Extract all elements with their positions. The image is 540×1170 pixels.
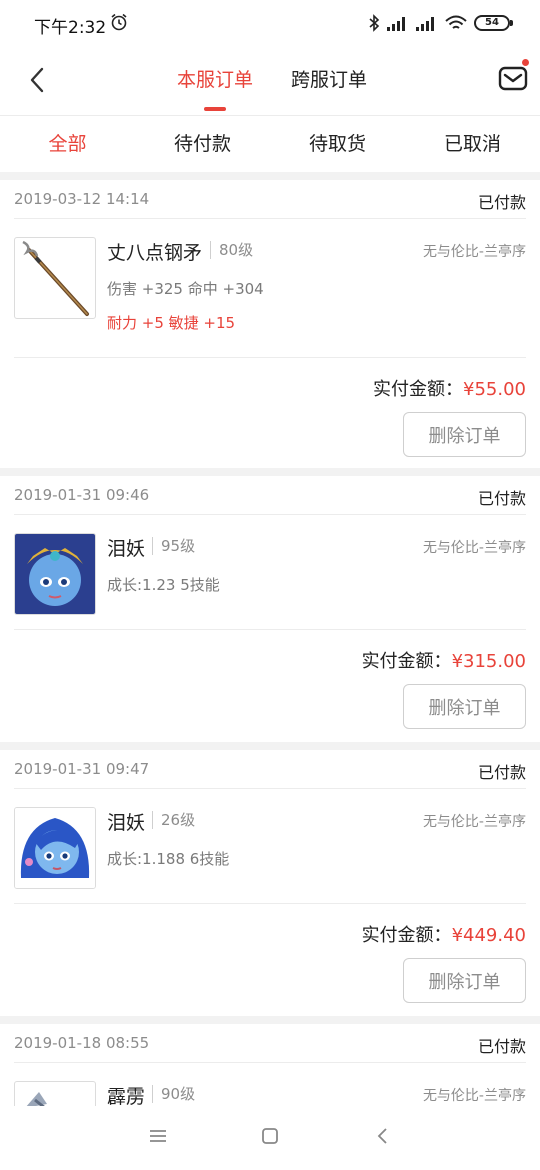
paid-value: ¥449.40 [451,925,526,946]
order-header: 2019-03-12 14:14 已付款 [14,180,526,219]
order-card: 2019-01-31 09:47 已付款 泪妖 26级 无与伦比-兰亭序 成长:… [0,750,540,1038]
section-divider [0,1016,540,1024]
delete-order-button[interactable]: 删除订单 [403,958,526,1003]
section-divider [0,742,540,750]
bluetooth-icon [369,14,380,32]
item-level: 80级 [210,241,253,259]
pet-portrait-icon [15,808,95,888]
menu-icon[interactable] [149,1128,167,1144]
order-date: 2019-01-31 09:46 [14,486,150,504]
order-card: 2019-01-18 08:55 已付款 霹雳 90级 无与伦比-兰亭序 [0,1024,540,1106]
item-level: 26级 [152,811,195,829]
tab-local-orders[interactable]: 本服订单 [177,65,253,92]
item-attributes: 伤害 +325 命中 +304 [107,280,264,298]
paid-amount: 实付金额：¥55.00 [373,375,526,401]
wifi-icon [445,15,467,29]
item-attributes: 成长:1.23 5技能 [107,576,220,594]
paid-value: ¥315.00 [451,651,526,672]
order-status: 已付款 [477,489,526,508]
unread-dot [522,59,529,66]
order-header: 2019-01-31 09:46 已付款 [14,476,526,515]
card-separator [14,357,526,358]
item-name: 泪妖 [107,538,146,560]
alarm-icon [111,13,127,31]
signal-icon-2 [416,17,434,31]
header-nav: 本服订单 跨服订单 [0,46,540,116]
home-icon[interactable] [261,1128,279,1144]
weapon-icon [26,1092,47,1106]
order-status: 已付款 [477,1037,526,1056]
order-status: 已付款 [477,763,526,782]
battery-level: 54 [485,17,499,28]
paid-amount: 实付金额：¥315.00 [362,647,526,673]
section-divider [0,468,540,476]
item-name: 霹雳 [107,1086,146,1106]
paid-label: 实付金额： [373,379,464,400]
order-card: 2019-01-31 09:46 已付款 泪妖 95级 无与伦比-兰亭序 成长:… [0,476,540,764]
message-icon[interactable] [498,63,528,93]
filter-pending-payment[interactable]: 待付款 [135,116,270,172]
back-icon[interactable] [26,66,48,94]
delete-order-button[interactable]: 删除订单 [403,684,526,729]
item-server: 无与伦比-兰亭序 [422,540,526,556]
item-server: 无与伦比-兰亭序 [422,1088,526,1104]
section-divider [0,172,540,180]
item-thumbnail[interactable] [14,237,96,319]
item-level: 90级 [152,1085,195,1103]
pet-portrait-icon [15,534,95,614]
item-thumbnail[interactable] [14,533,96,615]
back-nav-icon[interactable] [376,1128,390,1144]
filter-pending-pickup[interactable]: 待取货 [270,116,405,172]
system-nav-bar [0,1106,540,1170]
item-name: 丈八点钢矛 [107,242,203,264]
status-icons: 54 [368,12,513,34]
delete-order-button[interactable]: 删除订单 [403,412,526,457]
paid-amount: 实付金额：¥449.40 [362,921,526,947]
item-attributes: 成长:1.188 6技能 [107,850,230,868]
status-bar: 下午2:32 54 [0,0,540,46]
order-date: 2019-01-18 08:55 [14,1034,150,1052]
battery-icon: 54 [474,15,513,31]
item-thumbnail[interactable] [14,807,96,889]
paid-label: 实付金额： [361,651,452,672]
item-bonus-attributes: 耐力 +5 敏捷 +15 [107,314,236,332]
card-separator [14,903,526,904]
status-time: 下午2:32 [34,18,107,38]
order-date: 2019-01-31 09:47 [14,760,150,778]
filter-tabs: 全部 待付款 待取货 已取消 [0,116,540,172]
order-header: 2019-01-18 08:55 已付款 [14,1024,526,1063]
tab-indicator [204,107,226,111]
paid-value: ¥55.00 [463,379,526,400]
item-level: 95级 [152,537,195,555]
tab-cross-server-orders[interactable]: 跨服订单 [291,65,367,92]
order-date: 2019-03-12 14:14 [14,190,150,208]
order-status: 已付款 [477,193,526,212]
item-server: 无与伦比-兰亭序 [422,814,526,830]
item-thumbnail[interactable] [14,1081,96,1106]
card-separator [14,629,526,630]
item-name: 泪妖 [107,812,146,834]
paid-label: 实付金额： [361,925,452,946]
order-card: 2019-03-12 14:14 已付款 丈八点钢矛 80级 无与伦比-兰亭序 … [0,180,540,468]
order-header: 2019-01-31 09:47 已付款 [14,750,526,789]
spear-icon [22,240,89,316]
filter-cancelled[interactable]: 已取消 [405,116,540,172]
signal-icon [387,17,405,31]
filter-all[interactable]: 全部 [0,116,135,172]
item-server: 无与伦比-兰亭序 [422,244,526,260]
